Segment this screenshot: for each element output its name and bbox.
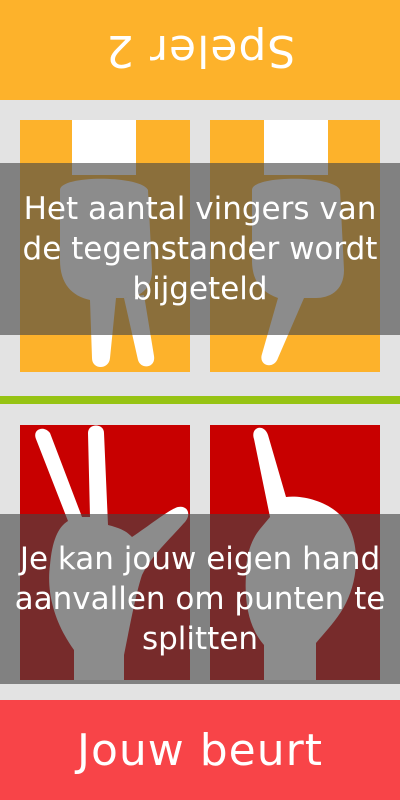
turn-divider [0, 396, 400, 404]
turn-indicator-label: Jouw beurt [77, 724, 323, 776]
opponent-label-bar: Speler 2 [0, 0, 400, 100]
hint-opponent-fingers: Het aantal vingers van de tegenstander w… [0, 163, 400, 335]
opponent-label: Speler 2 [104, 24, 296, 76]
hint-split-points: Je kan jouw eigen hand aanvallen om punt… [0, 514, 400, 684]
turn-indicator-bar: Jouw beurt [0, 700, 400, 800]
